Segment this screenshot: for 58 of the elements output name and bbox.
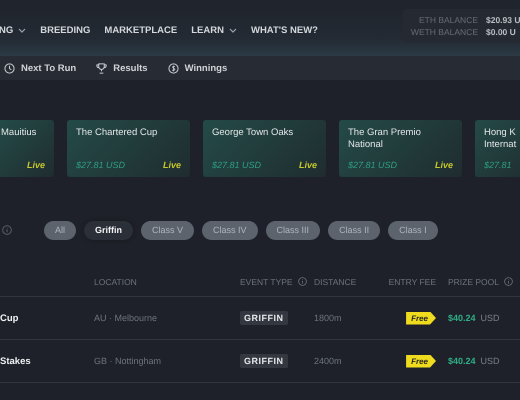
chevron-down-icon bbox=[18, 28, 26, 32]
dollar-coin-icon bbox=[168, 62, 179, 74]
live-status: Live bbox=[434, 160, 453, 170]
event-card[interactable]: George Town Oaks $27.81 USD Live bbox=[203, 120, 326, 177]
column-header: LOCATION bbox=[94, 276, 137, 286]
event-price: $27.81 USD bbox=[348, 160, 398, 170]
race-name[interactable]: Cup bbox=[0, 312, 18, 324]
event-title: George Town Oaks bbox=[212, 127, 294, 139]
event-card[interactable]: Mauitius Live bbox=[0, 120, 54, 177]
balance-label: WETH BALANCE bbox=[410, 26, 478, 38]
location-text: AU · Melbourne bbox=[94, 313, 158, 323]
sub-nav-link[interactable]: Winnings bbox=[168, 62, 228, 74]
event-title: The Chartered Cup bbox=[76, 127, 158, 139]
currency-text: USD bbox=[480, 313, 500, 323]
info-icon[interactable] bbox=[298, 277, 307, 286]
sub-nav-link[interactable]: Next To Run bbox=[4, 62, 76, 74]
nav-link[interactable]: BREEDING bbox=[40, 24, 90, 36]
info-icon[interactable] bbox=[2, 225, 12, 235]
live-status: Live bbox=[162, 160, 181, 170]
prize-amount: $40.24 bbox=[448, 313, 476, 323]
sub-nav-link[interactable]: Results bbox=[96, 62, 148, 74]
event-title: Hong K Internat bbox=[484, 127, 518, 151]
entry-fee-tag: Free bbox=[406, 312, 436, 324]
column-header: DISTANCE bbox=[314, 276, 356, 286]
distance-text: 1800m bbox=[314, 313, 342, 323]
event-card[interactable]: The Gran Premio National $27.81 USD Live bbox=[339, 120, 462, 177]
nav-link[interactable]: WHAT'S NEW? bbox=[250, 24, 318, 36]
balance-label: ETH BALANCE bbox=[418, 14, 478, 26]
prize-amount: $40.24 bbox=[448, 356, 476, 366]
filter-chip[interactable]: Griffin bbox=[84, 220, 134, 240]
event-price: $27.81 USD bbox=[212, 160, 262, 170]
event-price: $27.81 bbox=[484, 160, 512, 170]
column-header: ENTRY FEE bbox=[388, 276, 436, 286]
distance-text: 2400m bbox=[314, 356, 342, 366]
currency-text: USD bbox=[480, 356, 500, 366]
event-type-tag: GRIFFIN bbox=[240, 311, 288, 325]
event-type-tag: GRIFFIN bbox=[240, 354, 288, 368]
column-header: EVENT TYPE bbox=[240, 276, 293, 286]
nav-link[interactable]: MARKETPLACE bbox=[104, 24, 178, 36]
event-card[interactable]: Hong K Internat $27.81 bbox=[475, 120, 520, 177]
chevron-down-icon bbox=[228, 28, 237, 32]
event-price: $27.81 USD bbox=[76, 160, 126, 170]
trophy-icon bbox=[96, 62, 108, 74]
event-title: The Gran Premio National bbox=[348, 127, 422, 151]
event-card[interactable]: The Chartered Cup $27.81 USD Live bbox=[67, 120, 190, 177]
entry-fee-tag: Free bbox=[406, 354, 436, 368]
clock-icon bbox=[4, 62, 15, 74]
event-title: Mauitius bbox=[1, 127, 38, 139]
live-status: Live bbox=[26, 160, 45, 170]
race-name[interactable]: Stakes bbox=[0, 356, 31, 366]
nav-link[interactable]: NG bbox=[0, 24, 26, 36]
location-text: GB · Nottingham bbox=[94, 356, 162, 366]
live-status: Live bbox=[298, 160, 317, 170]
nav-link[interactable]: LEARN bbox=[191, 24, 237, 36]
balance-value: $0.00 U bbox=[486, 26, 517, 38]
info-icon[interactable] bbox=[504, 277, 514, 286]
balance-value: $20.93 U bbox=[486, 14, 520, 26]
column-header: PRIZE POOL bbox=[448, 276, 500, 286]
